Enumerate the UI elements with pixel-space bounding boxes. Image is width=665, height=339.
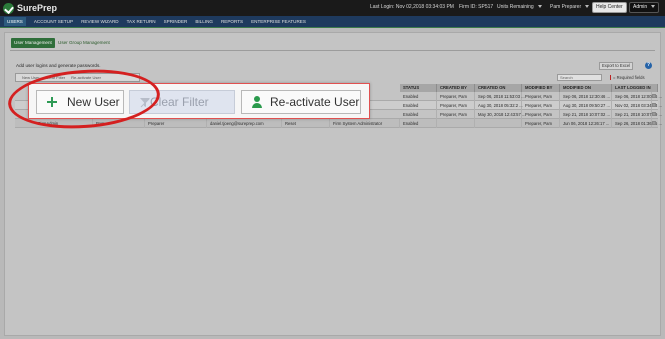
cell-created-by: Preparer, Pam: [437, 92, 475, 101]
nav-account-setup[interactable]: ACCOUNT SETUP: [34, 19, 73, 24]
lock-icon[interactable]: [652, 94, 656, 98]
export-to-excel-button[interactable]: Export to Excel: [599, 62, 634, 70]
lock-icon[interactable]: [652, 112, 656, 116]
reset-password-link[interactable]: Reset: [282, 119, 330, 128]
nav-enterprise-features[interactable]: ENTERPRISE FEATURES: [251, 19, 306, 24]
cell-modified-on: Sep 21, 2018 10:07:02 ...: [560, 110, 612, 119]
firm-id-text: Firm ID: SP517: [459, 4, 494, 10]
cell-status: Enabled: [400, 110, 437, 119]
chevron-down-icon: [537, 5, 542, 9]
column-header-created-by[interactable]: CREATED BY: [437, 84, 475, 92]
search-input[interactable]: Search: [557, 74, 602, 81]
divider: [10, 50, 655, 51]
cell-created-by: [437, 119, 475, 128]
cell-last-logged-in: Sep 06, 2018 12:00:36 ...: [612, 92, 662, 101]
cell-created-on: May 30, 2018 12:43:57 ...: [475, 110, 526, 119]
cell-modified-on: Sep 06, 2018 12:30:46 ...: [560, 92, 612, 101]
reactivate-user-label: Re-activate User: [270, 95, 360, 109]
sureprep-logo: SurePrep: [3, 2, 57, 14]
column-header-status[interactable]: STATUS: [400, 84, 437, 92]
cell-created-on: [475, 119, 522, 128]
help-center-button[interactable]: Help Center: [592, 2, 627, 13]
column-header-modified-by[interactable]: MODIFIED BY: [522, 84, 560, 92]
nav-accent-line: [0, 27, 665, 28]
column-header-last-logged-in[interactable]: LAST LOGGED IN: [612, 84, 658, 92]
cell-modified-by: Preparer, Pam: [522, 101, 560, 110]
tab-user-group-management[interactable]: User Group Management: [55, 38, 113, 48]
cell-last-logged-in: Sep 21, 2018 10:07:19 ...: [612, 110, 662, 119]
cell-status: Enabled: [400, 92, 437, 101]
brand-name: SurePrep: [17, 3, 58, 13]
column-header-created-on[interactable]: CREATED ON: [475, 84, 522, 92]
units-remaining-select[interactable]: Units Remaining: [497, 4, 542, 10]
cell-last-logged-in: Sep 26, 2018 01:36:15 ...: [612, 119, 662, 128]
lock-icon[interactable]: [652, 121, 656, 125]
cell-modified-by: Preparer, Pam: [522, 110, 560, 119]
main-nav: USERS ACCOUNT SETUP REVIEW WIZARD TAX RE…: [0, 16, 665, 27]
cell-created-by: Preparer, Pam: [437, 110, 475, 119]
cell-status: Enabled: [400, 119, 437, 128]
nav-tax-return[interactable]: TAX RETURN: [127, 19, 156, 24]
user-select[interactable]: Pam Preparer: [550, 4, 590, 10]
sureprep-check-icon: [3, 2, 14, 14]
required-fields-note: = Required fields: [610, 75, 645, 80]
cell-status: Enabled: [400, 101, 437, 110]
column-header-modified-on[interactable]: MODIFIED ON: [560, 84, 612, 92]
help-icon[interactable]: ?: [645, 62, 652, 69]
nav-review-wizard[interactable]: REVIEW WIZARD: [81, 19, 119, 24]
lock-icon[interactable]: [652, 103, 656, 107]
cell-created-on: Sep 06, 2018 11:53:03 ...: [475, 92, 525, 101]
chevron-down-icon: [651, 5, 656, 9]
nav-billing[interactable]: BILLING: [195, 19, 213, 24]
cell-modified-by: Preparer, Pam: [522, 119, 560, 128]
nav-users[interactable]: USERS: [4, 17, 26, 26]
cell-user-group: Firm System Administrator: [330, 119, 400, 128]
cell-modified-on: Aug 30, 2018 09:50:27 ...: [560, 101, 612, 110]
person-icon: [246, 96, 268, 108]
chevron-down-icon: [585, 5, 590, 9]
page-description: Add user logins and generate passwords.: [16, 63, 101, 68]
last-login-text: Last Login: Nov 02,2018 03:34:03 PM: [370, 4, 454, 10]
cell-last-logged-in: Nov 02, 2018 03:34:03 ...: [612, 101, 662, 110]
cell-modified-on: Jun 06, 2018 12:26:17 ...: [560, 119, 612, 128]
nav-sprinder[interactable]: SPRINDER: [164, 19, 188, 24]
admin-select[interactable]: Admin: [629, 2, 660, 13]
top-bar: SurePrep Last Login: Nov 02,2018 03:34:0…: [0, 0, 665, 16]
reactivate-user-button[interactable]: Re-activate User: [241, 90, 361, 114]
cell-created-by: Preparer, Pam: [437, 101, 475, 110]
cell-email: daniel.tjoeng@sureprep.com: [207, 119, 282, 128]
cell-created-on: Aug 30, 2018 05:32:2 ...: [475, 101, 523, 110]
tab-user-management[interactable]: User Management: [11, 38, 55, 48]
nav-reports[interactable]: REPORTS: [221, 19, 243, 24]
cell-modified-by: Preparer, Pam: [522, 92, 560, 101]
cell-role: Preparer: [145, 119, 207, 128]
